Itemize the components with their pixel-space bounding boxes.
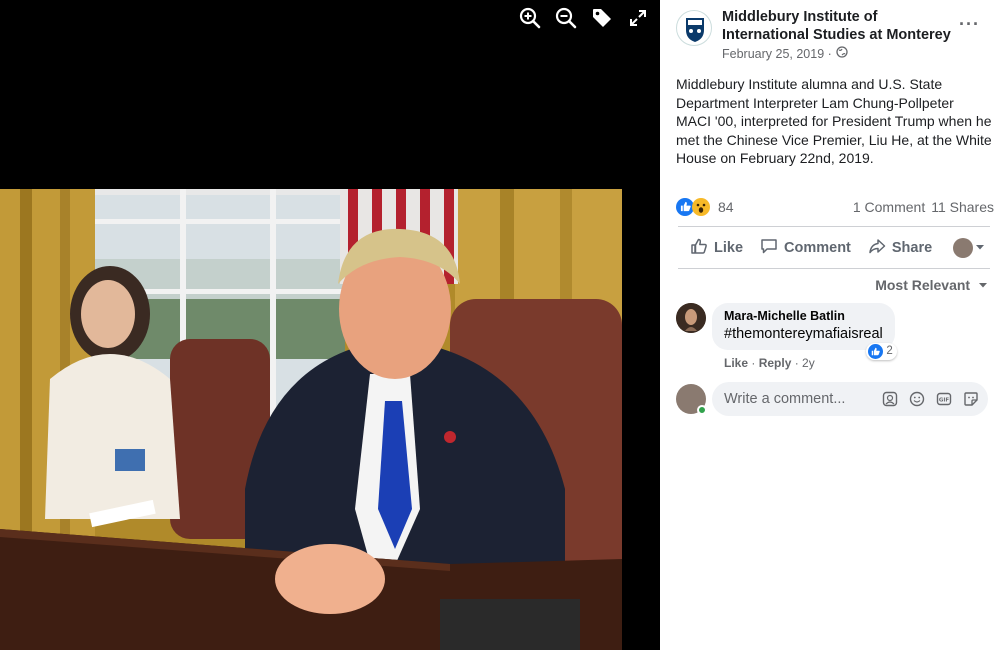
user-avatar[interactable] <box>676 383 707 415</box>
post-actions: Like Comment Share <box>676 227 1000 268</box>
post-stats: 84 1 Comment 11 Shares <box>676 197 994 216</box>
post-panel: Middlebury Institute of International St… <box>660 0 1000 650</box>
comment-item: Mara-Michelle Batlin #themontereymafiais… <box>676 302 1000 360</box>
comment-button[interactable]: Comment <box>760 237 851 259</box>
share-label: Share <box>891 239 933 256</box>
post-photo[interactable] <box>0 189 622 650</box>
comment-actions: Like · Reply · 2y <box>724 355 815 370</box>
wow-reaction-icon <box>692 197 710 216</box>
comment-label: Comment <box>784 239 851 256</box>
fullscreen-icon[interactable] <box>626 6 650 30</box>
comment-sort-dropdown[interactable]: Most Relevant <box>676 277 988 293</box>
post-meta: February 25, 2019 · <box>722 46 962 61</box>
like-button[interactable]: Like <box>690 237 743 259</box>
commenter-avatar[interactable] <box>676 302 706 333</box>
divider <box>678 267 990 269</box>
online-status-icon <box>697 404 707 415</box>
post-date[interactable]: February 25, 2019 · <box>722 47 832 61</box>
reaction-count[interactable]: 84 <box>718 199 734 215</box>
comment-bubble: Mara-Michelle Batlin #themontereymafiais… <box>712 302 897 360</box>
post-header: Middlebury Institute of International St… <box>676 0 1000 61</box>
thumbs-up-icon <box>690 237 708 259</box>
comment-input[interactable]: Write a comment... GIF <box>712 381 988 416</box>
zoom-out-icon[interactable] <box>554 6 578 30</box>
post-text: Middlebury Institute alumna and U.S. Sta… <box>676 76 992 166</box>
share-button[interactable]: Share <box>868 237 932 259</box>
avatar-sticker-icon[interactable] <box>881 390 899 408</box>
comment-text[interactable]: #themontereymafiaisreal <box>724 326 883 342</box>
comment-author[interactable]: Mara-Michelle Batlin <box>724 309 883 323</box>
comment-reply-link[interactable]: Reply <box>759 356 792 370</box>
like-reaction-icon <box>868 343 884 359</box>
emoji-icon[interactable] <box>908 390 926 408</box>
comment-reactions[interactable]: 2 <box>866 342 897 360</box>
comment-reaction-count: 2 <box>886 345 893 357</box>
comment-placeholder: Write a comment... <box>724 390 846 407</box>
shares-count[interactable]: 11 Shares <box>931 199 994 215</box>
photo-viewer <box>0 0 660 650</box>
zoom-in-icon[interactable] <box>518 6 542 30</box>
viewer-toolbar <box>518 6 650 30</box>
like-label: Like <box>714 239 744 256</box>
share-icon <box>868 237 886 259</box>
comment-icon <box>760 237 778 259</box>
comment-like-link[interactable]: Like <box>724 356 748 370</box>
page-logo[interactable] <box>676 10 712 46</box>
more-options-icon[interactable]: ··· <box>959 14 980 35</box>
comments-count[interactable]: 1 Comment <box>853 199 925 215</box>
sort-label: Most Relevant <box>875 276 971 293</box>
caret-down-icon <box>975 240 985 256</box>
avatar <box>953 237 974 258</box>
comment-age[interactable]: 2y <box>802 356 815 370</box>
svg-text:GIF: GIF <box>939 397 950 403</box>
page-name[interactable]: Middlebury Institute of International St… <box>722 8 962 44</box>
globe-icon <box>836 46 848 61</box>
caret-down-icon <box>974 277 988 293</box>
gif-icon[interactable]: GIF <box>935 390 953 408</box>
sticker-icon[interactable] <box>962 390 980 408</box>
comment-composer: Write a comment... GIF <box>676 381 1000 416</box>
reaction-icons[interactable] <box>676 197 710 216</box>
tag-icon[interactable] <box>590 6 614 30</box>
post-as-selector[interactable] <box>953 237 985 258</box>
